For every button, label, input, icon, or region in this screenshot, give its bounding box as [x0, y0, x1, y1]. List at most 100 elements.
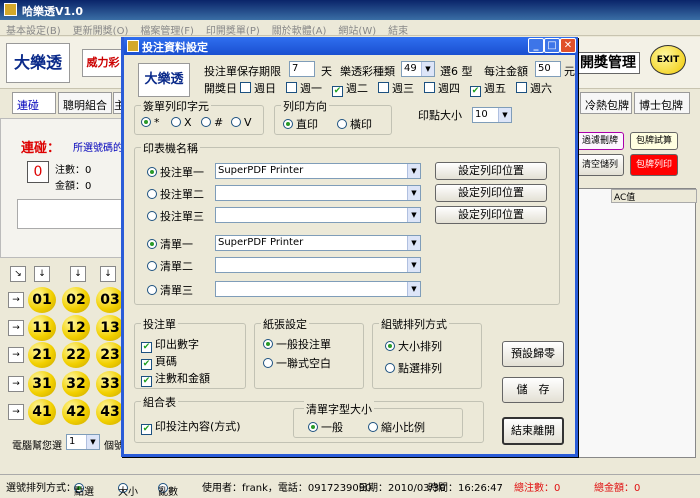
ball-23[interactable]: 23: [96, 342, 124, 368]
ball-32[interactable]: 32: [62, 371, 90, 397]
dialog-title-bar[interactable]: 投注資料設定 _ □ ✕: [124, 37, 576, 55]
minimize-icon[interactable]: _: [528, 38, 544, 53]
keep-period-unit: 天: [321, 65, 332, 78]
print-position-button-3[interactable]: 設定列印位置: [435, 206, 547, 224]
right-arrow-icon[interactable]: →: [8, 320, 24, 336]
draw-management-button[interactable]: 開獎管理: [576, 52, 640, 74]
ball-43[interactable]: 43: [96, 399, 124, 425]
clear-list-button[interactable]: 清空儲列: [576, 154, 624, 176]
weekday-tue-label: 週二: [346, 82, 368, 95]
right-arrow-icon[interactable]: →: [8, 347, 24, 363]
font-size-normal[interactable]: 一般: [308, 419, 343, 435]
checkmark-icon: ✔: [332, 86, 343, 97]
printer-list2-select[interactable]: ▼: [215, 257, 421, 273]
print-package-button[interactable]: 包牌列印: [630, 154, 678, 176]
printer-list3-select[interactable]: ▼: [215, 281, 421, 297]
print-position-button-2[interactable]: 設定列印位置: [435, 184, 547, 202]
computer-select-dropdown[interactable]: 1 ▼: [66, 434, 100, 450]
lotto-type-label: 樂透彩種類: [340, 65, 395, 78]
diag-arrow-icon[interactable]: ↘: [10, 266, 26, 282]
save-button[interactable]: 儲 存: [502, 377, 564, 403]
paper-blank[interactable]: 一聯式空白: [263, 355, 331, 371]
print-direction-landscape[interactable]: 橫印: [337, 116, 372, 132]
bet-sheet-print-numbers[interactable]: ✔ 印出數字: [141, 336, 199, 353]
result-grid[interactable]: AC值: [576, 188, 697, 458]
exit-button[interactable]: EXIT: [650, 45, 686, 75]
ball-22[interactable]: 22: [62, 342, 90, 368]
ball-13[interactable]: 13: [96, 315, 124, 341]
paper-normal[interactable]: 一般投注單: [263, 336, 331, 352]
trial-calc-button[interactable]: 包牌試算: [630, 132, 678, 150]
ballot-char-x[interactable]: X: [171, 116, 192, 129]
bet-amount-input[interactable]: 50: [535, 61, 561, 77]
sort-by-click[interactable]: 點選排列: [385, 360, 442, 376]
ballot-char-hash[interactable]: #: [201, 116, 223, 129]
printer-list3-label: 清單三: [160, 284, 193, 297]
printer-bet2-select[interactable]: ▼: [215, 185, 421, 201]
down-arrow-icon[interactable]: ↓: [100, 266, 116, 282]
ball-42[interactable]: 42: [62, 399, 90, 425]
lotto-logo[interactable]: 大樂透: [6, 43, 70, 83]
tab-hot-cold[interactable]: 冷熱包牌: [580, 92, 632, 114]
ball-41[interactable]: 41: [28, 399, 56, 425]
checkmark-icon: ✔: [141, 376, 152, 387]
tab-smart-combo[interactable]: 聰明組合: [58, 92, 112, 114]
ball-02[interactable]: 02: [62, 287, 90, 313]
weekday-sat[interactable]: 週六: [516, 80, 552, 96]
status-bar: 選號排列方式： 點選 大小 亂數 使用者：frank，電話：0917239090…: [0, 474, 700, 498]
printer-list1-select[interactable]: SuperPDF Printer ▼: [215, 235, 421, 251]
right-arrow-icon[interactable]: →: [8, 376, 24, 392]
tab-doctor[interactable]: 博士包牌: [634, 92, 690, 114]
printer-row-list3[interactable]: 清單三: [147, 282, 193, 298]
selection-box[interactable]: [17, 199, 125, 229]
printer-row-list1[interactable]: 清單一: [147, 236, 193, 252]
tab-doctor-label: 博士包牌: [639, 99, 683, 112]
right-arrow-icon[interactable]: →: [8, 292, 24, 308]
close-dialog-button[interactable]: 結束離開: [502, 417, 564, 445]
down-arrow-icon[interactable]: ↓: [70, 266, 86, 282]
right-arrow-icon[interactable]: →: [8, 404, 24, 420]
dot-size-select[interactable]: 10 ▼: [472, 107, 512, 123]
keep-period-input[interactable]: 7: [289, 61, 315, 77]
ball-31[interactable]: 31: [28, 371, 56, 397]
ball-21[interactable]: 21: [28, 342, 56, 368]
checkbox-icon: [378, 82, 389, 93]
close-icon[interactable]: ✕: [560, 38, 576, 53]
weekday-fri[interactable]: ✔ 週五: [470, 80, 506, 97]
printer-row-bet3[interactable]: 投注單三: [147, 208, 204, 224]
print-position-button-1[interactable]: 設定列印位置: [435, 162, 547, 180]
radio-icon: [231, 117, 241, 127]
printer-row-bet1[interactable]: 投注單一: [147, 164, 204, 180]
tab-consecutive[interactable]: 連碰: [12, 92, 56, 114]
printer-row-bet2[interactable]: 投注單二: [147, 186, 204, 202]
ball-33[interactable]: 33: [96, 371, 124, 397]
ball-11[interactable]: 11: [28, 315, 56, 341]
reset-default-button[interactable]: 預設歸零: [502, 341, 564, 367]
bet-sheet-page-number[interactable]: ✔ 頁碼: [141, 353, 177, 370]
printer-bet1-select[interactable]: SuperPDF Printer ▼: [215, 163, 421, 179]
weekday-mon[interactable]: 週一: [286, 80, 322, 96]
print-direction-portrait[interactable]: 直印: [283, 116, 318, 132]
ballot-char-star[interactable]: *: [141, 116, 160, 129]
maximize-icon[interactable]: □: [544, 38, 560, 53]
ballot-char-v[interactable]: V: [231, 116, 252, 129]
weekday-tue[interactable]: ✔ 週二: [332, 80, 368, 97]
panel-title: 連碰：: [21, 141, 61, 156]
printer-row-list2[interactable]: 清單二: [147, 258, 193, 274]
down-arrow-icon[interactable]: ↓: [34, 266, 50, 282]
bet-sheet-count-amount[interactable]: ✔ 注數和金額: [141, 370, 210, 387]
sort-by-size[interactable]: 大小排列: [385, 338, 442, 354]
power-lotto-logo[interactable]: 威力彩: [82, 49, 124, 77]
ball-03[interactable]: 03: [96, 287, 124, 313]
ball-12[interactable]: 12: [62, 315, 90, 341]
sort-click-label: 點選: [74, 487, 94, 498]
font-size-reduced[interactable]: 縮小比例: [368, 419, 425, 435]
lotto-type-select[interactable]: 49 ▼: [401, 61, 435, 77]
weekday-sun[interactable]: 週日: [240, 80, 276, 96]
combo-print-content[interactable]: ✔ 印投注內容(方式): [141, 418, 241, 435]
weekday-wed[interactable]: 週三: [378, 80, 414, 96]
ball-01[interactable]: 01: [28, 287, 56, 313]
weekday-thu[interactable]: 週四: [424, 80, 460, 96]
filter-delete-button[interactable]: 過濾刪牌: [576, 132, 624, 150]
printer-bet3-select[interactable]: ▼: [215, 207, 421, 223]
